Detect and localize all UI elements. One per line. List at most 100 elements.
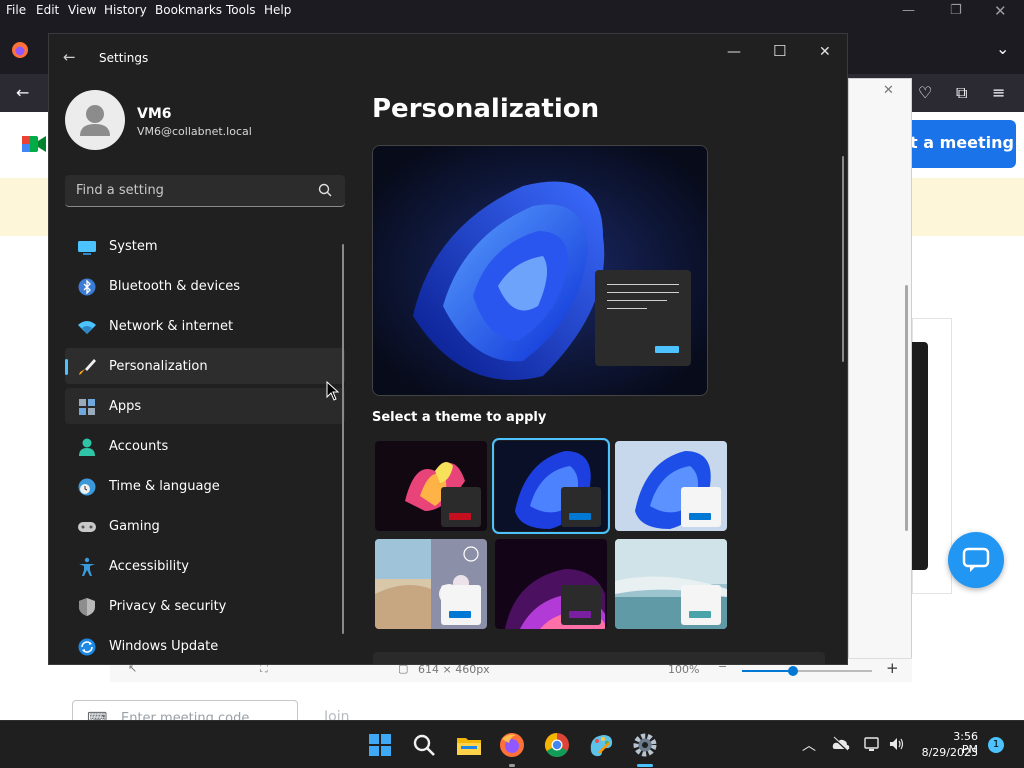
theme-windows-spotlight[interactable] xyxy=(375,539,487,629)
theme-card xyxy=(561,487,601,527)
nav-item-label: Windows Update xyxy=(109,639,219,654)
nav-scrollbar[interactable] xyxy=(342,244,344,634)
nav-item-bluetooth-devices[interactable]: Bluetooth & devices xyxy=(65,268,345,304)
theme-accent xyxy=(569,611,591,618)
nav-item-accessibility[interactable]: Accessibility xyxy=(65,548,345,584)
chrome-icon[interactable] xyxy=(543,731,571,759)
user-name: VM6 xyxy=(137,106,172,122)
monitor-icon xyxy=(78,241,96,255)
nav-item-label: Privacy & security xyxy=(109,599,227,614)
maximize-icon[interactable]: ☐ xyxy=(773,42,786,60)
onedrive-offline-icon[interactable] xyxy=(832,736,850,752)
theme-windows-dark[interactable] xyxy=(492,438,610,534)
settings-card[interactable] xyxy=(373,652,825,664)
menu-history[interactable]: History xyxy=(104,3,147,17)
theme-captured-motion[interactable] xyxy=(495,539,607,629)
nav-item-gaming[interactable]: Gaming xyxy=(65,508,345,544)
menu-tools[interactable]: Tools xyxy=(226,3,256,17)
content-scrollbar[interactable] xyxy=(842,156,844,362)
back-arrow-icon[interactable]: ← xyxy=(16,84,29,102)
selection-indicator xyxy=(65,359,68,375)
gamepad-icon xyxy=(78,522,96,532)
back-arrow-icon[interactable]: ← xyxy=(63,48,76,66)
theme-card xyxy=(681,585,721,625)
preview-window-mockup xyxy=(595,270,691,366)
firefox-icon[interactable] xyxy=(498,731,526,759)
theme-glow[interactable] xyxy=(375,441,487,531)
search-input[interactable] xyxy=(65,175,315,206)
volume-icon[interactable] xyxy=(888,736,906,752)
search-icon[interactable] xyxy=(410,731,438,759)
chevron-up-icon[interactable]: ︿ xyxy=(802,735,816,755)
restore-icon[interactable]: ❐ xyxy=(950,3,962,18)
minimize-icon[interactable]: — xyxy=(727,44,741,60)
chevron-down-icon[interactable]: ⌄ xyxy=(996,40,1009,58)
wifi-icon xyxy=(78,321,96,334)
page-title: Personalization xyxy=(372,94,600,124)
theme-flow[interactable] xyxy=(615,539,727,629)
theme-accent xyxy=(569,513,591,520)
nav-item-privacy-security[interactable]: Privacy & security xyxy=(65,588,345,624)
close-icon[interactable]: ✕ xyxy=(994,2,1007,20)
close-icon[interactable]: ✕ xyxy=(819,44,831,60)
paintbrush-icon xyxy=(79,359,96,375)
theme-card xyxy=(561,585,601,625)
nav-item-label: Accounts xyxy=(109,439,169,454)
theme-windows-light[interactable] xyxy=(615,441,727,531)
menu-icon[interactable]: ≡ xyxy=(992,84,1005,102)
nav-item-label: Apps xyxy=(109,399,142,414)
network-icon[interactable] xyxy=(864,736,882,752)
minimize-icon[interactable]: — xyxy=(902,3,915,18)
settings-icon[interactable] xyxy=(631,731,659,759)
nav-item-label: Time & language xyxy=(109,479,220,494)
start-icon[interactable] xyxy=(366,731,394,759)
user-silhouette-icon xyxy=(80,105,110,136)
zoom-in-icon[interactable]: + xyxy=(886,659,899,677)
theme-accent xyxy=(449,611,471,618)
google-meet-logo-icon xyxy=(22,136,46,152)
search-icon[interactable] xyxy=(317,182,333,198)
settings-window: ← Settings — ☐ ✕ VM6 VM6@collabnet.local… xyxy=(48,33,848,665)
pocket-icon[interactable]: ♡ xyxy=(918,84,932,102)
zoom-slider[interactable] xyxy=(742,666,872,676)
apps-icon xyxy=(79,399,95,415)
nav-item-personalization[interactable]: Personalization xyxy=(65,348,345,384)
firefox-logo-icon[interactable] xyxy=(11,41,29,59)
nav-item-network-internet[interactable]: Network & internet xyxy=(65,308,345,344)
menu-file[interactable]: File xyxy=(6,3,26,17)
nav-item-accounts[interactable]: Accounts xyxy=(65,428,345,464)
settings-search[interactable] xyxy=(65,175,345,207)
menu-bookmarks[interactable]: Bookmarks xyxy=(155,3,222,17)
avatar[interactable] xyxy=(65,90,125,150)
menu-edit[interactable]: Edit xyxy=(36,3,59,17)
settings-title-bar: ← Settings — ☐ ✕ xyxy=(49,34,847,82)
person-icon xyxy=(79,438,95,456)
extensions-icon[interactable]: ⧉ xyxy=(956,84,967,102)
file-explorer-icon[interactable] xyxy=(455,731,483,759)
update-icon xyxy=(78,638,96,656)
theme-card xyxy=(441,487,481,527)
user-email: VM6@collabnet.local xyxy=(137,125,252,138)
viewer-scrollbar[interactable] xyxy=(905,285,908,531)
nav-item-label: System xyxy=(109,239,158,254)
menu-help[interactable]: Help xyxy=(264,3,291,17)
nav-item-label: Network & internet xyxy=(109,319,234,334)
firefox-menu-bar: File Edit View History Bookmarks Tools H… xyxy=(0,0,1024,22)
nav-item-windows-update[interactable]: Windows Update xyxy=(65,628,345,664)
menu-view[interactable]: View xyxy=(68,3,96,17)
notification-badge[interactable]: 1 xyxy=(988,737,1004,753)
theme-accent xyxy=(449,513,471,520)
theme-preview xyxy=(372,145,708,396)
viewer-close-icon[interactable]: ✕ xyxy=(883,83,894,98)
nav-item-time-language[interactable]: Time & language xyxy=(65,468,345,504)
accessibility-icon xyxy=(79,557,95,576)
paint-icon[interactable] xyxy=(587,731,615,759)
nav-item-label: Accessibility xyxy=(109,559,189,574)
mouse-cursor-icon xyxy=(326,381,340,401)
clock-date[interactable]: 8/29/2023 xyxy=(920,746,978,759)
active-app-indicator xyxy=(637,764,653,767)
nav-item-apps[interactable]: Apps xyxy=(65,388,345,424)
theme-card xyxy=(681,487,721,527)
chat-button[interactable] xyxy=(948,532,1004,588)
nav-item-system[interactable]: System xyxy=(65,228,345,264)
